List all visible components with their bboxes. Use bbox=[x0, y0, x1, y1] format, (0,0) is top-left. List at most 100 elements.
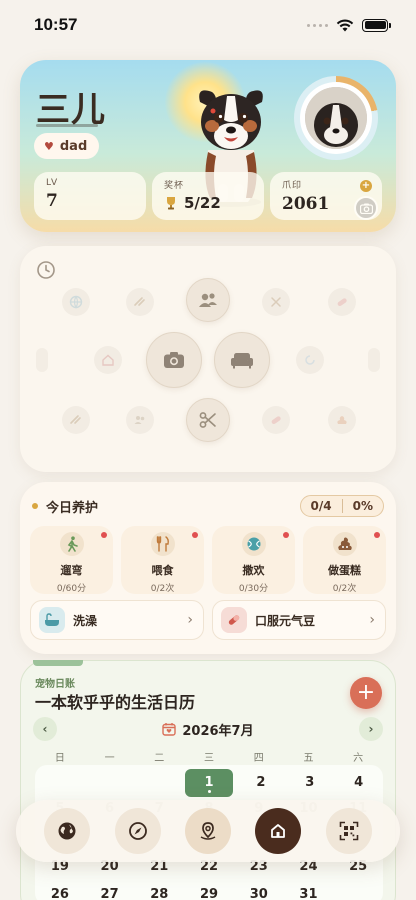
ghost-poop-icon bbox=[328, 406, 356, 434]
title-dot bbox=[32, 503, 38, 509]
signal-dots-icon bbox=[307, 23, 328, 27]
add-pawprint-icon[interactable]: + bbox=[360, 180, 372, 192]
calendar-day[interactable]: 4 bbox=[334, 769, 383, 797]
calendar-week-row: 26 27 28 29 30 31 bbox=[35, 881, 383, 900]
task-walk-value: 0/60分 bbox=[56, 584, 87, 594]
bath-label: 洗澡 bbox=[73, 613, 98, 628]
grooming-button[interactable] bbox=[186, 398, 230, 442]
task-feed[interactable]: 喂食 0/2次 bbox=[121, 526, 204, 594]
nav-compass[interactable] bbox=[114, 808, 161, 854]
prev-month-button[interactable]: ‹ bbox=[33, 717, 57, 741]
avatar-photo bbox=[305, 87, 367, 149]
next-month-button[interactable]: › bbox=[358, 717, 383, 741]
clock-icon[interactable] bbox=[36, 260, 56, 280]
globe-icon bbox=[58, 822, 76, 840]
weekday-label: 三 bbox=[204, 753, 215, 764]
pill-icon bbox=[221, 607, 247, 633]
wifi-icon bbox=[336, 19, 354, 31]
calendar-day[interactable]: 30 bbox=[234, 881, 284, 900]
chevron-right-icon: › bbox=[187, 612, 193, 628]
stat-trophy-value: 5/22 bbox=[184, 194, 221, 212]
calendar-day[interactable]: 28 bbox=[134, 881, 184, 900]
nav-home[interactable] bbox=[255, 808, 302, 854]
map-pin-icon bbox=[200, 822, 216, 840]
ghost-pill-icon bbox=[328, 288, 356, 316]
pill-label: 口服元气豆 bbox=[255, 613, 316, 628]
qr-code-icon bbox=[339, 821, 359, 841]
calendar-day[interactable]: 29 bbox=[184, 881, 234, 900]
task-cake-name: 做蛋糕 bbox=[328, 564, 361, 577]
bottom-nav bbox=[16, 800, 400, 862]
people-icon bbox=[199, 293, 217, 307]
stat-level-label: LV bbox=[46, 178, 59, 188]
ghost-feed2-icon bbox=[62, 406, 90, 434]
camera-button[interactable] bbox=[146, 332, 202, 388]
sofa-icon bbox=[231, 353, 253, 369]
task-feed-value: 0/2次 bbox=[150, 584, 175, 594]
task-play-name: 撒欢 bbox=[242, 564, 265, 577]
calendar-day bbox=[84, 769, 133, 797]
ghost-people-icon bbox=[126, 406, 154, 434]
month-navigator: ‹ 2026年7月 › bbox=[33, 717, 383, 741]
nav-globe[interactable] bbox=[44, 808, 91, 854]
ghost-refresh-icon bbox=[296, 346, 324, 374]
care-progress-count: 0/4 bbox=[310, 499, 332, 513]
social-button[interactable] bbox=[186, 278, 230, 322]
care-title-text: 今日养护 bbox=[46, 500, 99, 516]
stat-level-value: 7 bbox=[46, 191, 58, 211]
ghost-globe-icon bbox=[62, 288, 90, 316]
weekday-label: 二 bbox=[154, 753, 165, 764]
daily-care-card: 今日养护 0/4 0% 遛弯 0/60分 喂食 0/2次 撒欢 0/30分 做蛋… bbox=[20, 482, 396, 654]
quick-actions: 洗澡 › 口服元气豆 › bbox=[30, 600, 386, 640]
calendar-day[interactable]: 2 bbox=[236, 769, 285, 797]
pet-avatar[interactable] bbox=[294, 76, 378, 160]
pill-button[interactable]: 口服元气豆 › bbox=[212, 600, 386, 640]
add-entry-button[interactable]: + bbox=[350, 677, 382, 709]
divider bbox=[341, 499, 343, 513]
care-task-grid: 遛弯 0/60分 喂食 0/2次 撒欢 0/30分 做蛋糕 0/2次 bbox=[30, 526, 386, 594]
calendar-day[interactable]: 26 bbox=[35, 881, 85, 900]
calendar-day[interactable]: 31 bbox=[284, 881, 334, 900]
stat-trophy-label: 奖杯 bbox=[164, 181, 185, 191]
calendar-icon bbox=[162, 723, 177, 736]
weekday-label: 六 bbox=[353, 753, 364, 764]
walk-icon bbox=[59, 532, 84, 556]
ghost-feed-icon bbox=[126, 288, 154, 316]
stat-pawprint-label: 爪印 bbox=[282, 181, 303, 191]
calendar-week-row: 1 2 3 4 bbox=[35, 769, 383, 797]
task-cake[interactable]: 做蛋糕 0/2次 bbox=[303, 526, 386, 594]
month-label: 2026年7月 bbox=[182, 723, 254, 739]
calendar-day bbox=[35, 769, 84, 797]
ghost-house-icon bbox=[94, 346, 122, 374]
task-walk-name: 遛弯 bbox=[60, 564, 83, 577]
compass-icon bbox=[128, 822, 147, 840]
weekday-label: 一 bbox=[104, 753, 115, 764]
task-play-value: 0/30分 bbox=[238, 584, 269, 594]
sofa-button[interactable] bbox=[214, 332, 270, 388]
calendar-day[interactable]: 3 bbox=[285, 769, 334, 797]
task-play[interactable]: 撒欢 0/30分 bbox=[212, 526, 295, 594]
camera-icon bbox=[164, 352, 184, 368]
chevron-right-icon: › bbox=[369, 612, 375, 628]
weekday-label: 日 bbox=[54, 753, 65, 764]
poop-icon bbox=[332, 532, 357, 556]
stat-pawprint[interactable]: 爪印 2061 + bbox=[270, 172, 382, 220]
owner-chip[interactable]: ♥ dad bbox=[34, 133, 100, 159]
status-bar: 10:57 bbox=[0, 0, 416, 50]
calendar-day bbox=[133, 769, 182, 797]
calendar-title: 一本软乎乎的生活日历 bbox=[35, 693, 196, 712]
task-walk[interactable]: 遛弯 0/60分 bbox=[30, 526, 113, 594]
calendar-day-today[interactable]: 1 bbox=[184, 769, 234, 797]
pet-hero-card: 三儿 ♥ dad LV 7 奖杯 5/22 爪印 2061 + bbox=[20, 60, 396, 232]
calendar-day[interactable]: 27 bbox=[85, 881, 135, 900]
nav-map[interactable] bbox=[184, 808, 231, 854]
stat-pawprint-value: 2061 bbox=[282, 194, 330, 214]
calendar-subtitle: 宠物日账 bbox=[35, 679, 75, 690]
ghost-edge-right bbox=[368, 348, 380, 372]
nav-scan[interactable] bbox=[325, 808, 372, 854]
stat-trophy[interactable]: 奖杯 5/22 bbox=[152, 172, 264, 220]
care-progress-percent: 0% bbox=[352, 499, 373, 513]
bath-button[interactable]: 洗澡 › bbox=[30, 600, 204, 640]
ghost-pill2-icon bbox=[262, 406, 290, 434]
action-wheel-card bbox=[20, 246, 396, 472]
